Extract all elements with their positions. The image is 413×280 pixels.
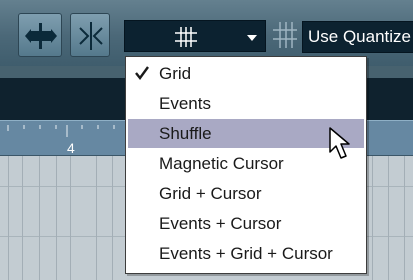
menu-item-label: Events + Grid + Cursor (159, 244, 333, 263)
menu-item-grid[interactable]: Grid (128, 59, 364, 88)
grid-icon (175, 27, 197, 47)
grid-icon (273, 22, 297, 48)
menu-item-events-cursor[interactable]: Events + Cursor (128, 209, 364, 238)
ruler-bar-number: 4 (67, 140, 75, 156)
menu-item-grid-cursor[interactable]: Grid + Cursor (128, 179, 364, 208)
mouse-pointer-icon (329, 127, 350, 159)
grid-line (404, 156, 405, 280)
menu-item-label: Grid (159, 64, 192, 83)
snap-mode-select[interactable] (124, 20, 266, 52)
menu-item-label: Shuffle (159, 124, 212, 143)
grid-line (112, 156, 113, 280)
grid-line (70, 156, 71, 280)
grid-line (388, 156, 389, 280)
quantize-select[interactable]: Use Quantize (302, 21, 413, 53)
snap-to-zero-crossing-icon (25, 23, 57, 49)
menu-item-events-grid-cursor[interactable]: Events + Grid + Cursor (128, 239, 364, 268)
checkmark-icon (135, 66, 149, 80)
grid-line (22, 156, 23, 280)
menu-item-events[interactable]: Events (128, 89, 364, 118)
grid-line (96, 156, 97, 280)
grid-line (8, 156, 9, 280)
menu-item-label: Magnetic Cursor (159, 154, 284, 173)
menu-item-label: Events (159, 94, 211, 113)
menu-item-label: Grid + Cursor (159, 184, 262, 203)
grid-line (56, 156, 57, 280)
grid-line (372, 156, 373, 280)
snap-arrows-icon (79, 22, 103, 50)
snap-mode-menu: Grid Events Shuffle Magnetic Cursor Grid… (125, 56, 367, 274)
autoscroll-button[interactable] (70, 13, 110, 57)
chevron-down-icon (247, 35, 257, 41)
grid-line (39, 156, 40, 280)
menu-item-label: Events + Cursor (159, 214, 282, 233)
snap-button[interactable] (18, 13, 62, 57)
